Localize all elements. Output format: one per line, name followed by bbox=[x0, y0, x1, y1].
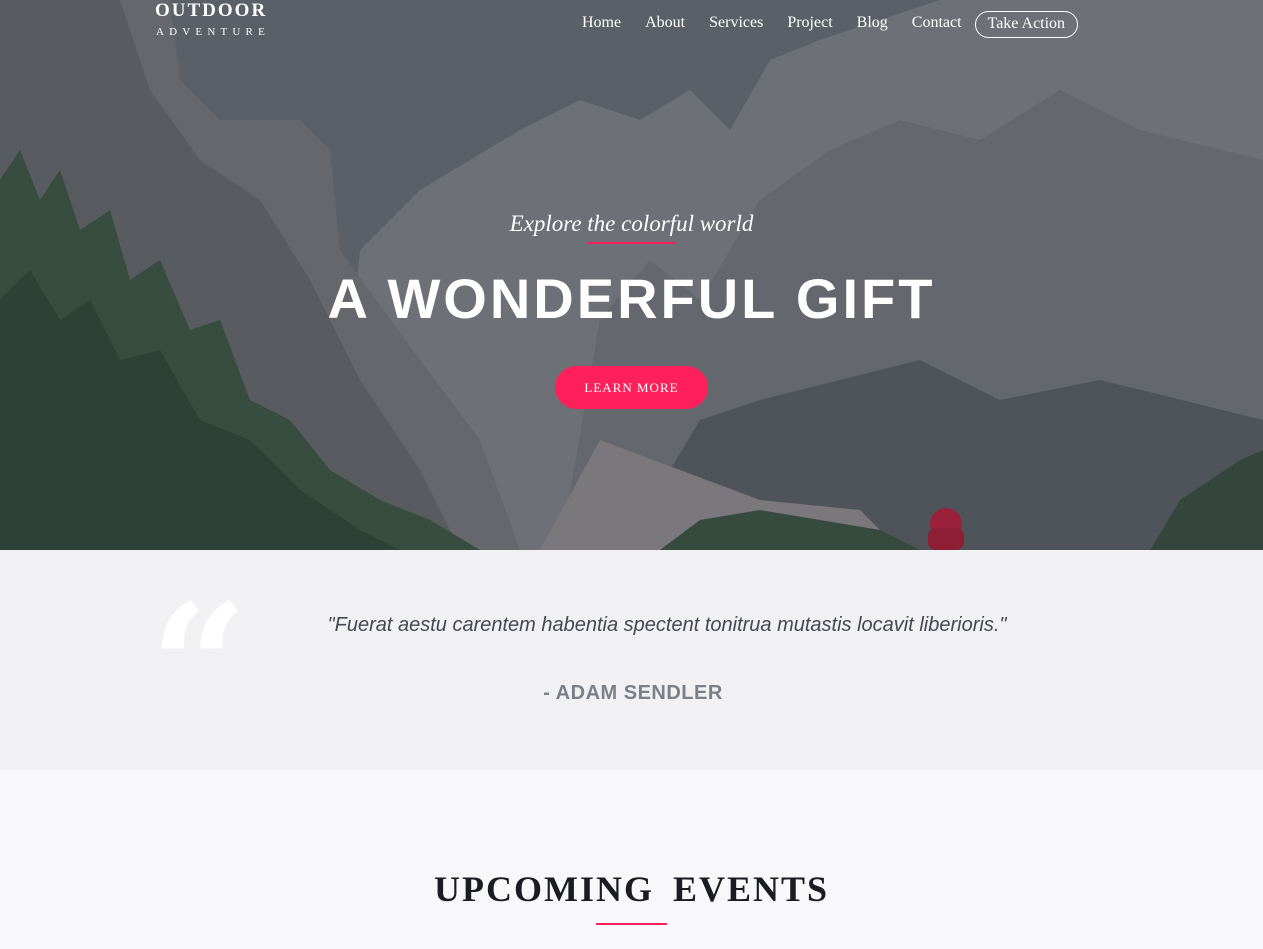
hero-headline: A WONDERFUL GIFT bbox=[327, 267, 936, 330]
events-heading-underline bbox=[596, 923, 667, 925]
nav-services[interactable]: Services bbox=[709, 12, 763, 34]
nav-about[interactable]: About bbox=[645, 12, 685, 34]
nav-contact[interactable]: Contact bbox=[912, 12, 962, 34]
hero-tagline: Explore the colorful world bbox=[509, 211, 754, 236]
testimonial-text: "Fuerat aestu carentem habentia spectent… bbox=[327, 614, 1007, 636]
tagline-underline bbox=[588, 242, 676, 244]
upcoming-events-section: UPCOMING EVENTS bbox=[0, 770, 1263, 949]
nav-project[interactable]: Project bbox=[787, 12, 832, 34]
site-logo[interactable]: OUTDOOR ADVENTURE bbox=[155, 0, 270, 40]
logo-title: OUTDOOR bbox=[155, 0, 268, 21]
testimonial-author: - ADAM SENDLER bbox=[543, 682, 723, 704]
learn-more-button[interactable]: LEARN MORE bbox=[555, 366, 708, 409]
hero-section: OUTDOOR ADVENTURE Home About Services Pr… bbox=[0, 0, 1263, 550]
take-action-button[interactable]: Take Action bbox=[974, 11, 1079, 38]
events-heading: UPCOMING EVENTS bbox=[433, 869, 830, 909]
nav-blog[interactable]: Blog bbox=[857, 12, 888, 34]
logo-subtitle: ADVENTURE bbox=[156, 26, 271, 38]
testimonial-section: “ "Fuerat aestu carentem habentia specte… bbox=[0, 550, 1263, 770]
nav-home[interactable]: Home bbox=[582, 12, 621, 34]
quote-mark-icon: “ bbox=[150, 567, 248, 767]
main-nav: Home About Services Project Blog Contact… bbox=[570, 8, 1090, 38]
